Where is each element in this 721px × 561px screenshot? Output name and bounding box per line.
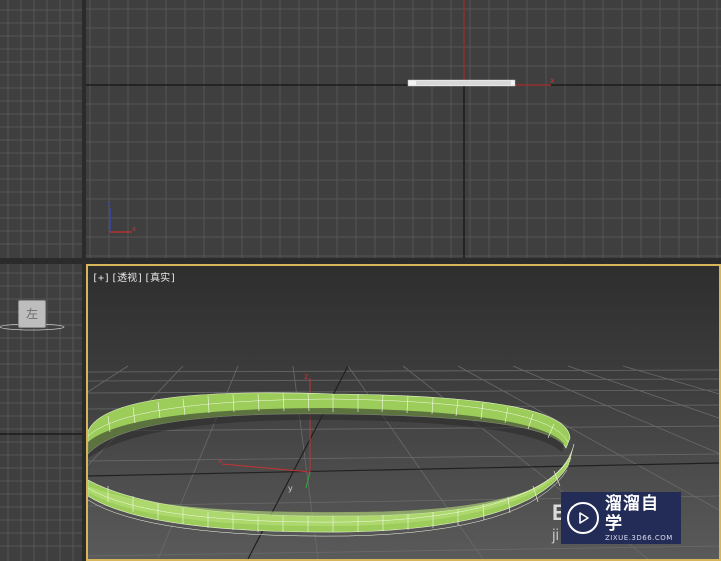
- hidden-text-line2: ji: [552, 527, 560, 544]
- perspective-axis-y-label: y: [288, 484, 293, 493]
- perspective-axis-z-label: z: [304, 372, 309, 381]
- viewport-front[interactable]: x z x: [86, 0, 721, 258]
- front-mini-axis-x-label: x: [132, 225, 137, 233]
- play-icon: [567, 502, 599, 534]
- perspective-viewport-label[interactable]: [+][透视][真实]: [92, 269, 177, 284]
- viewport-menu-view[interactable]: [透视]: [111, 273, 143, 284]
- viewcube[interactable]: 左: [18, 300, 46, 328]
- watermark-title: 溜溜自学: [605, 494, 659, 534]
- viewport-divider-horizontal[interactable]: [0, 258, 721, 264]
- viewcube-label: 左: [25, 307, 38, 321]
- front-mini-axis-z-label: z: [107, 200, 111, 208]
- grid-front: [86, 0, 721, 258]
- viewport-top-left[interactable]: [0, 0, 82, 258]
- viewport-menu-shading[interactable]: [真实]: [144, 273, 176, 284]
- viewport-menu-plus[interactable]: [+]: [92, 273, 110, 284]
- viewport-divider-vertical[interactable]: [82, 0, 86, 561]
- grid-top-left: [0, 0, 82, 258]
- perspective-axis-x-label: x: [218, 456, 223, 465]
- watermark-url: ZIXUE.3D66.COM: [605, 534, 673, 542]
- watermark-logo: 溜溜自学 ZIXUE.3D66.COM: [561, 492, 681, 544]
- front-axis-x-label: x: [550, 76, 555, 85]
